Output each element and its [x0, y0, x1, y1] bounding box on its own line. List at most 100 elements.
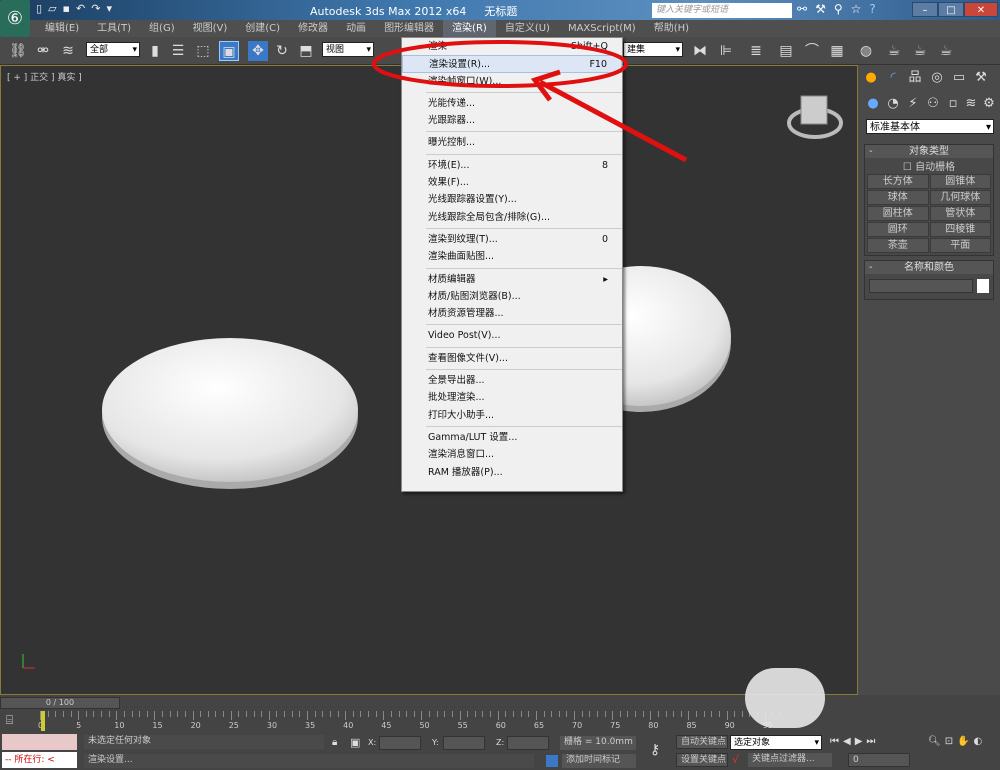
minimize-button[interactable]: –	[912, 2, 938, 17]
timeline-config-icon[interactable]: ⌸	[6, 713, 13, 728]
menu-item[interactable]: 帮助(H)	[645, 20, 698, 37]
key-filters-button[interactable]: 关键点过滤器...	[748, 753, 832, 767]
display-tab-icon[interactable]: ▭	[950, 69, 968, 87]
menu-item[interactable]: 工具(T)	[88, 20, 140, 37]
render-frame-icon[interactable]: ☕	[910, 41, 930, 61]
object-type-button[interactable]: 球体	[867, 190, 929, 205]
object-type-button[interactable]: 平面	[929, 238, 991, 253]
render-menu-item[interactable]: 效果(F)...	[402, 174, 622, 191]
menu-item[interactable]: 图形编辑器	[375, 20, 443, 37]
render-menu-item[interactable]: 渲染消息窗口...	[402, 446, 622, 463]
cameras-icon[interactable]: ⚇	[924, 95, 942, 113]
redo-icon[interactable]: ↷	[91, 2, 100, 15]
object-name-input[interactable]	[869, 279, 973, 293]
helpers-icon[interactable]: ▫	[944, 95, 962, 113]
playback-controls[interactable]: ⏮◀▶⏭	[830, 736, 879, 747]
chevron-down-icon[interactable]: ▾	[106, 2, 112, 15]
undo-icon[interactable]: ↶	[76, 2, 85, 15]
set-key-button[interactable]: 设置关键点	[676, 753, 728, 767]
render-menu-item[interactable]: 渲染到纹理(T)... 0	[402, 231, 622, 248]
satellite-icon[interactable]: ⚲	[834, 2, 843, 16]
utilities-tab-icon[interactable]: ⚒	[972, 69, 990, 87]
object-type-button[interactable]: 圆柱体	[867, 206, 929, 221]
menu-item[interactable]: 编辑(E)	[36, 20, 88, 37]
rotate-icon[interactable]: ↻	[272, 41, 292, 61]
create-tab-icon[interactable]: ●	[862, 69, 880, 87]
hierarchy-tab-icon[interactable]: 品	[906, 69, 924, 87]
add-time-tag[interactable]: 添加时间标记	[562, 754, 636, 768]
render-menu-item[interactable]: 查看图像文件(V)...	[402, 350, 622, 367]
curve-editor-icon[interactable]: ▤	[776, 41, 796, 61]
render-menu-item[interactable]: 曝光控制...	[402, 134, 622, 151]
select-by-name-icon[interactable]: ☰	[168, 41, 188, 61]
modify-tab-icon[interactable]: ◜	[884, 69, 902, 87]
geometry-icon[interactable]: ●	[864, 95, 882, 113]
maxscript-mini-listener[interactable]	[2, 734, 77, 750]
object-type-button[interactable]: 四棱锥	[929, 222, 991, 237]
maxscript-input[interactable]: -- 所在行: <	[2, 752, 77, 768]
render-menu-item[interactable]: 光能传递...	[402, 95, 622, 112]
new-icon[interactable]: ▯	[36, 2, 42, 15]
menu-item[interactable]: 创建(C)	[236, 20, 289, 37]
object-type-button[interactable]: 管状体	[929, 206, 991, 221]
object-type-button[interactable]: 圆环	[867, 222, 929, 237]
systems-icon[interactable]: ⚙	[980, 95, 998, 113]
spacewarps-icon[interactable]: ≋	[962, 95, 980, 113]
object-color-swatch[interactable]	[977, 279, 989, 293]
render-menu-item[interactable]: 环境(E)... 8	[402, 157, 622, 174]
menu-item[interactable]: 渲染(R)	[443, 20, 496, 37]
layer-manager-icon[interactable]: ≣	[746, 41, 766, 61]
schematic-view-icon[interactable]: ⌒	[802, 41, 822, 61]
render-menu-item[interactable]: 渲染曲面贴图...	[402, 248, 622, 265]
autogrid-checkbox[interactable]: ☐ 自动栅格	[865, 158, 993, 173]
object-type-button[interactable]: 茶壶	[867, 238, 929, 253]
select-object-icon[interactable]: ▮	[145, 41, 165, 61]
menu-item[interactable]: MAXScript(M)	[559, 20, 645, 37]
object-type-button[interactable]: 几何球体	[929, 190, 991, 205]
key-mode-dropdown[interactable]: 选定对象	[730, 735, 822, 751]
search-input[interactable]: 键入关键字或短语	[652, 3, 792, 18]
viewcube-icon[interactable]	[787, 95, 843, 139]
time-marker[interactable]	[41, 711, 45, 731]
named-selection-dropdown[interactable]: 建集	[623, 42, 683, 58]
render-menu-item[interactable]: 批处理渲染...	[402, 389, 622, 406]
category-dropdown[interactable]: 标准基本体	[866, 119, 994, 135]
render-menu-item[interactable]: RAM 播放器(P)...	[402, 464, 622, 481]
close-button[interactable]: ✕	[964, 2, 998, 17]
render-menu-item[interactable]: 渲染设置(R)... F10	[402, 55, 622, 73]
unlink-icon[interactable]: ⚮	[33, 41, 53, 61]
material-icon[interactable]: ◍	[856, 41, 876, 61]
menu-item[interactable]: 自定义(U)	[496, 20, 559, 37]
menu-item[interactable]: 动画	[337, 20, 375, 37]
material-editor-icon[interactable]: ▦	[827, 41, 847, 61]
time-slider[interactable]: 0 / 100	[0, 697, 120, 709]
render-menu-item[interactable]: 材质编辑器 ▸	[402, 271, 622, 288]
x-coordinate-input[interactable]	[379, 736, 421, 750]
bind-spacewarp-icon[interactable]: ≋	[58, 41, 78, 61]
lights-icon[interactable]: ⚡	[904, 95, 922, 113]
render-menu-item[interactable]: 材质/贴图浏览器(B)...	[402, 288, 622, 305]
menu-item[interactable]: 修改器	[289, 20, 337, 37]
object-type-button[interactable]: 圆锥体	[929, 174, 991, 189]
key-icon[interactable]: ⚷	[650, 742, 660, 758]
window-crossing-icon[interactable]: ▣	[219, 41, 239, 61]
current-frame-input[interactable]: 0	[848, 753, 910, 767]
render-menu-item[interactable]: 渲染帧窗口(W)...	[402, 73, 622, 90]
timeline-track[interactable]: 05101520253035404550556065707580859095	[38, 711, 781, 733]
rollout-title[interactable]: 名称和颜色	[865, 261, 993, 274]
render-menu-item[interactable]: 材质资源管理器...	[402, 305, 622, 322]
lock-selection-icon[interactable]: 🔒︎	[332, 737, 337, 748]
rect-selection-icon[interactable]: ⬚	[193, 41, 213, 61]
render-menu-item[interactable]: 光线跟踪器设置(Y)...	[402, 191, 622, 208]
object-type-button[interactable]: 长方体	[867, 174, 929, 189]
render-menu-item[interactable]: 光线跟踪全局包含/排除(G)...	[402, 209, 622, 226]
selection-filter-dropdown[interactable]: 全部	[86, 42, 140, 58]
absolute-mode-icon[interactable]: ▣	[350, 736, 360, 749]
motion-tab-icon[interactable]: ◎	[928, 69, 946, 87]
move-icon[interactable]: ✥	[248, 41, 268, 61]
time-tag-icon[interactable]	[546, 755, 558, 767]
render-menu-item[interactable]: 光跟踪器...	[402, 112, 622, 129]
render-menu-item[interactable]: Gamma/LUT 设置...	[402, 429, 622, 446]
binoculars-icon[interactable]: ⚯	[797, 2, 807, 16]
link-icon[interactable]: ⛓	[8, 41, 28, 61]
